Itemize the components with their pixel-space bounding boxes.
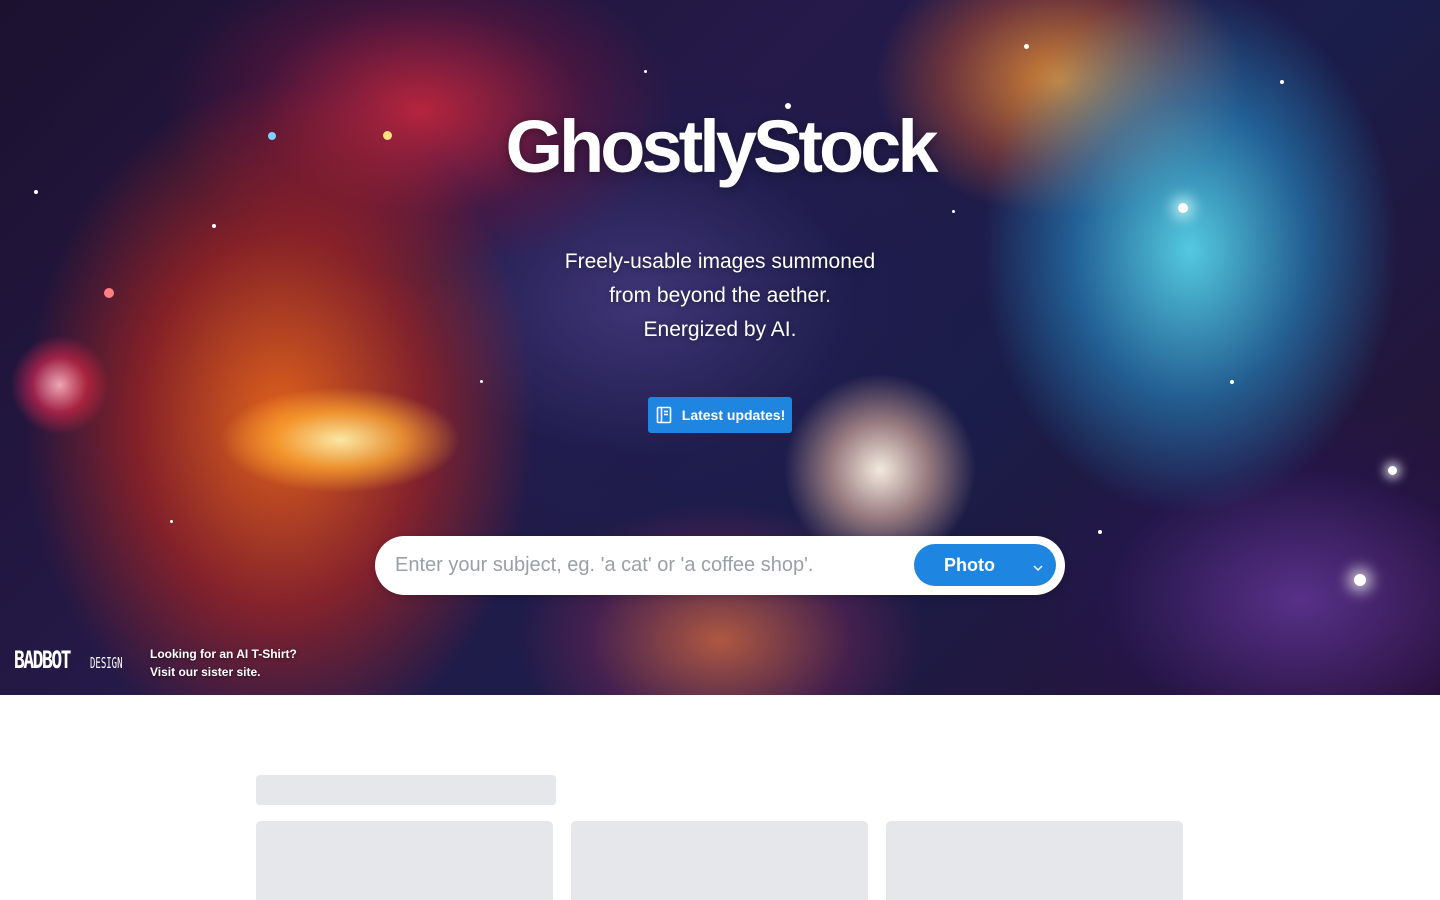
chevron-down-icon bbox=[1032, 560, 1044, 578]
star-decoration bbox=[1280, 80, 1284, 84]
image-type-label: Photo bbox=[944, 555, 995, 575]
star-decoration bbox=[1230, 380, 1234, 384]
tagline: Freely-usable images summoned from beyon… bbox=[0, 245, 1440, 347]
search-bar: Photo bbox=[375, 536, 1065, 595]
tagline-line: from beyond the aether. bbox=[609, 284, 831, 307]
hero-banner: GhostlyStock Freely-usable images summon… bbox=[0, 0, 1440, 695]
star-decoration bbox=[480, 380, 483, 383]
star-decoration bbox=[952, 210, 955, 213]
star-decoration bbox=[1098, 530, 1102, 534]
sister-site-promo: Looking for an AI T-Shirt? Visit our sis… bbox=[150, 645, 297, 681]
star-decoration bbox=[1024, 44, 1029, 49]
star-decoration bbox=[644, 70, 647, 73]
image-type-dropdown[interactable]: Photo bbox=[914, 544, 1056, 586]
tagline-line: Freely-usable images summoned bbox=[564, 250, 876, 273]
sister-site-link[interactable]: Visit our sister site. bbox=[150, 663, 297, 681]
logo-main-text: BADBOT bbox=[14, 646, 72, 674]
star-decoration bbox=[170, 520, 173, 523]
book-icon bbox=[655, 406, 673, 424]
latest-updates-label: Latest updates! bbox=[681, 407, 786, 423]
loading-placeholder-card bbox=[886, 821, 1183, 900]
site-title: GhostlyStock bbox=[505, 105, 939, 188]
search-input[interactable] bbox=[395, 546, 895, 585]
logo-sub-text: DESIGN bbox=[90, 654, 123, 672]
loading-placeholder-heading bbox=[256, 775, 556, 805]
star-decoration bbox=[212, 224, 216, 228]
sister-site-line-1[interactable]: Looking for an AI T-Shirt? bbox=[150, 645, 297, 663]
star-decoration bbox=[34, 190, 38, 194]
loading-placeholder-card bbox=[571, 821, 868, 900]
star-decoration bbox=[1178, 203, 1188, 213]
loading-placeholder-card bbox=[256, 821, 553, 900]
tagline-line: Energized by AI. bbox=[643, 318, 797, 341]
latest-updates-button[interactable]: Latest updates! bbox=[648, 397, 792, 433]
star-decoration bbox=[1388, 466, 1397, 475]
star-decoration bbox=[1354, 574, 1366, 586]
badbot-design-logo[interactable]: BADBOT DESIGN bbox=[14, 646, 126, 680]
